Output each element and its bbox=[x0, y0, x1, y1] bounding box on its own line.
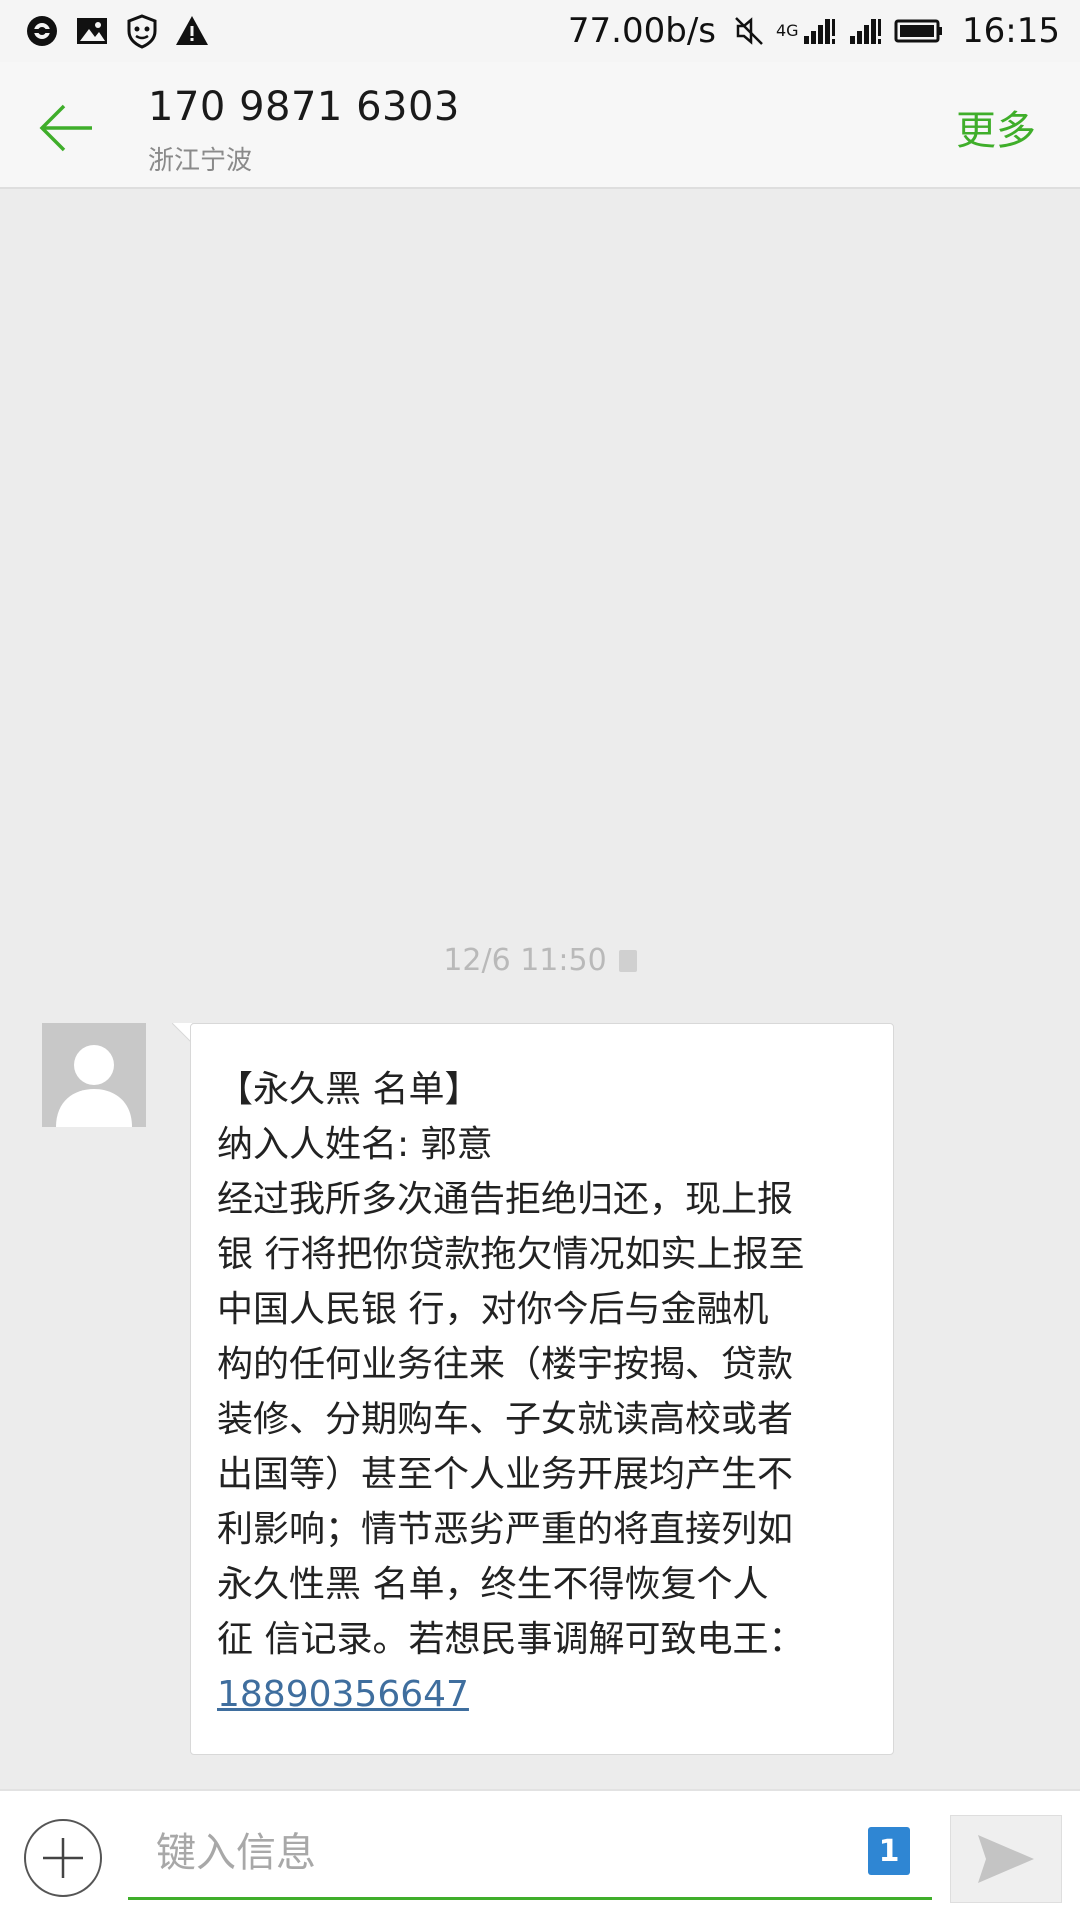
send-button[interactable] bbox=[950, 1815, 1062, 1903]
message-line: 纳入人姓名: 郭意 bbox=[217, 1124, 493, 1165]
back-button[interactable] bbox=[30, 92, 102, 164]
signal-4g-icon: 4G bbox=[776, 19, 836, 44]
person-icon bbox=[42, 1023, 146, 1127]
message-line: 永久性黑 名单，终生不得恢复个人 bbox=[217, 1564, 769, 1605]
input-underline bbox=[128, 1897, 932, 1900]
message-line: 征 信记录。若想民事调解可致电王： bbox=[217, 1619, 805, 1660]
warning-icon bbox=[176, 16, 208, 45]
plus-icon bbox=[43, 1838, 83, 1878]
more-button[interactable]: 更多 bbox=[956, 98, 1036, 156]
sender-avatar[interactable] bbox=[42, 1023, 146, 1127]
message-timestamp: 12/6 11:50 bbox=[0, 943, 1080, 978]
message-line: 出国等）甚至个人业务开展均产生不 bbox=[217, 1454, 794, 1495]
message-line: 装修、分期购车、子女就读高校或者 bbox=[217, 1399, 794, 1440]
status-icons-right: 77.00b/s 4G 16:15 bbox=[568, 11, 1060, 51]
vpn-key-icon bbox=[27, 16, 57, 46]
conversation-header: 170 9871 6303 浙江宁波 更多 bbox=[0, 62, 1080, 189]
contact-number: 170 9871 6303 bbox=[148, 84, 460, 130]
bubble-tail bbox=[172, 1023, 192, 1043]
sim-slot-selector[interactable]: 1 bbox=[868, 1827, 910, 1875]
message-line: 银 行将把你贷款拖欠情况如实上报至 bbox=[217, 1234, 805, 1275]
send-icon bbox=[978, 1835, 1034, 1883]
message-thread[interactable]: 12/6 11:50 【永久黑 名单】 纳入人姓名: 郭意 经过我所多次通告拒绝… bbox=[0, 191, 1080, 1789]
compose-bar: 1 bbox=[0, 1789, 1080, 1920]
signal-icon bbox=[850, 19, 882, 44]
status-bar: 77.00b/s 4G 16:15 bbox=[0, 0, 1080, 62]
sim-card-icon bbox=[618, 949, 637, 972]
image-icon bbox=[77, 18, 107, 44]
status-icons-left bbox=[24, 13, 224, 49]
status-time: 16:15 bbox=[962, 11, 1060, 51]
timestamp-text: 12/6 11:50 bbox=[443, 943, 607, 978]
arrow-left-icon bbox=[39, 104, 92, 152]
message-line: 构的任何业务往来（楼宇按揭、贷款 bbox=[217, 1344, 794, 1385]
message-input[interactable] bbox=[128, 1813, 928, 1893]
message-line: 经过我所多次通告拒绝归还，现上报 bbox=[217, 1179, 794, 1220]
shield-icon bbox=[127, 14, 157, 49]
add-attachment-button[interactable] bbox=[24, 1819, 102, 1897]
phone-number-link[interactable]: 18890356647 bbox=[217, 1667, 867, 1722]
svg-text:4G: 4G bbox=[776, 21, 799, 40]
message-line: 利影响；情节恶劣严重的将直接列如 bbox=[217, 1509, 794, 1550]
contact-location: 浙江宁波 bbox=[148, 146, 253, 176]
battery-icon bbox=[894, 19, 943, 43]
mute-icon bbox=[735, 17, 763, 45]
received-message-bubble[interactable]: 【永久黑 名单】 纳入人姓名: 郭意 经过我所多次通告拒绝归还，现上报 银 行将… bbox=[190, 1023, 894, 1755]
message-line: 中国人民银 行，对你今后与金融机 bbox=[217, 1289, 769, 1330]
message-line: 【永久黑 名单】 bbox=[217, 1069, 481, 1110]
net-speed: 77.00b/s bbox=[567, 11, 717, 51]
